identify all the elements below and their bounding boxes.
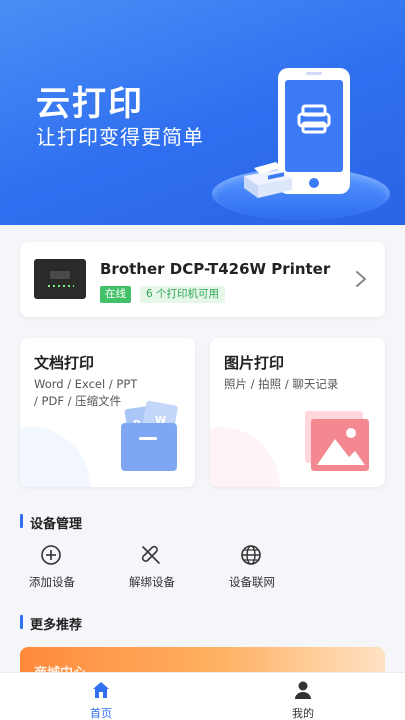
photo-icon <box>305 411 369 471</box>
printer-illustration-icon <box>244 162 292 198</box>
printer-lcd <box>50 271 70 279</box>
add-device-button[interactable]: 添加设备 <box>12 544 92 594</box>
image-print-title: 图片打印 <box>224 354 285 372</box>
section-title: 设备管理 <box>30 517 83 532</box>
printer-leds <box>48 285 74 287</box>
nav-home[interactable]: 首页 <box>61 673 141 720</box>
image-print-card[interactable]: 图片打印 照片 / 拍照 / 聊天记录 <box>210 338 385 487</box>
unlink-icon <box>141 545 160 564</box>
unbind-device-label: 解绑设备 <box>129 575 175 589</box>
nav-home-label: 首页 <box>90 707 112 720</box>
printer-thumbnail <box>34 259 86 299</box>
nav-mine-label: 我的 <box>292 707 314 720</box>
printer-name: Brother DCP-T426W Printer <box>100 260 331 278</box>
section-accent-bar <box>20 514 23 528</box>
image-print-desc: 照片 / 拍照 / 聊天记录 <box>224 376 374 393</box>
user-icon <box>295 681 311 699</box>
section-accent-bar <box>20 615 23 629</box>
bottom-navigation: 首页 我的 <box>0 672 405 720</box>
chevron-right-icon[interactable] <box>354 270 368 288</box>
card-background-blob <box>210 427 280 487</box>
card-background-blob <box>20 427 90 487</box>
hero-banner: 云打印 让打印变得更简单 <box>0 0 405 225</box>
document-print-desc-line1: Word / Excel / PPT <box>34 377 138 391</box>
section-title: 更多推荐 <box>30 618 83 633</box>
printer-card[interactable] <box>20 242 385 317</box>
hero-title: 云打印 <box>36 84 144 124</box>
device-network-button[interactable]: 设备联网 <box>212 544 292 594</box>
device-network-label: 设备联网 <box>229 575 275 589</box>
status-badge: 在线 <box>100 286 131 303</box>
image-print-desc-line1: 照片 / 拍照 / 聊天记录 <box>224 377 339 391</box>
globe-icon <box>241 545 261 565</box>
unbind-device-button[interactable]: 解绑设备 <box>112 544 192 594</box>
hero-subtitle: 让打印变得更简单 <box>36 125 204 149</box>
available-printers-badge: 6 个打印机可用 <box>140 286 226 303</box>
plus-circle-icon <box>41 545 61 565</box>
document-print-title: 文档打印 <box>34 354 95 372</box>
document-print-card[interactable]: 文档打印 Word / Excel / PPT / PDF / 压缩文件 P W <box>20 338 195 487</box>
add-device-label: 添加设备 <box>29 575 75 589</box>
document-folder-icon: P W <box>121 401 178 471</box>
nav-mine[interactable]: 我的 <box>263 673 343 720</box>
home-icon <box>93 682 109 698</box>
